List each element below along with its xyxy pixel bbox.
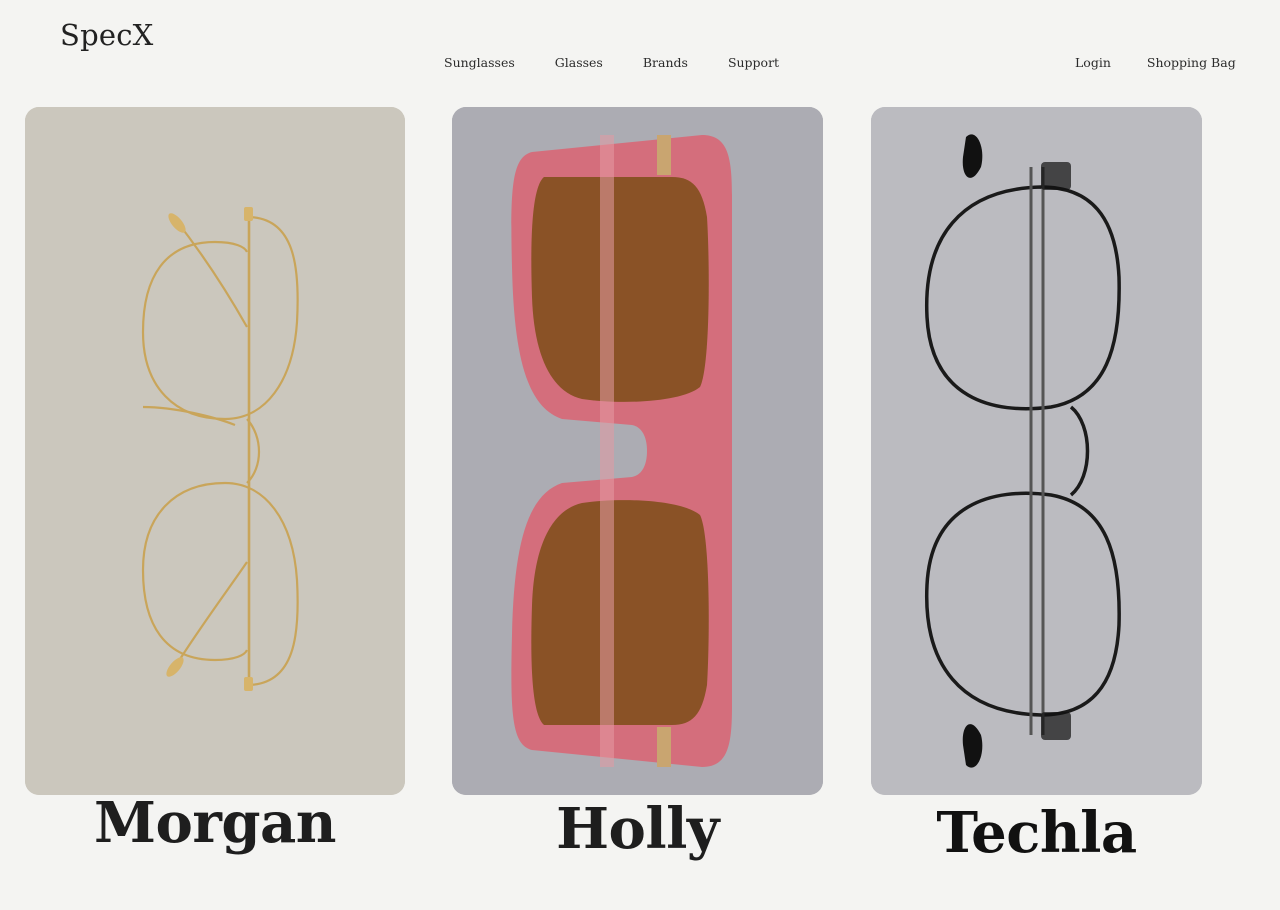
gold-wire-round-glasses-icon [25,107,405,795]
black-round-glasses-icon [871,107,1202,795]
nav-item-glasses[interactable]: Glasses [555,55,603,70]
account-links: Login Shopping Bag [1075,55,1236,70]
product-card-morgan[interactable] [25,107,405,795]
brand-logo[interactable]: SpecX [60,18,153,52]
pink-brown-sunglasses-icon [452,107,823,795]
product-card-techla[interactable] [871,107,1202,795]
product-name-holly[interactable]: Holly [452,796,823,862]
product-name-morgan[interactable]: Morgan [25,790,405,856]
nav-item-brands[interactable]: Brands [643,55,688,70]
main-nav: Sunglasses Glasses Brands Support [444,55,779,70]
nav-item-sunglasses[interactable]: Sunglasses [444,55,515,70]
product-name-techla[interactable]: Techla [871,800,1202,866]
nav-item-support[interactable]: Support [728,55,779,70]
shopping-bag-link[interactable]: Shopping Bag [1147,55,1236,70]
product-card-holly[interactable] [452,107,823,795]
login-link[interactable]: Login [1075,55,1111,70]
